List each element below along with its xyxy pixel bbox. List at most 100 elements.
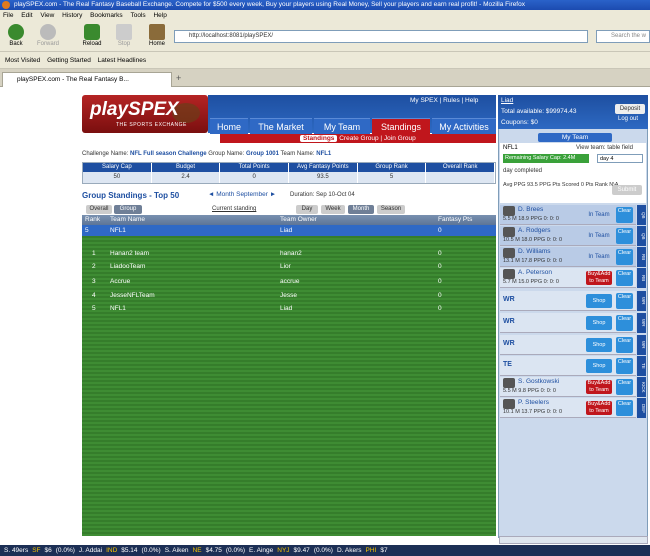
menu-view[interactable]: View	[40, 12, 54, 19]
cell-owner: Liad	[280, 227, 293, 234]
player-name[interactable]: A. Rodgers	[518, 227, 551, 234]
tab-market[interactable]: The Market	[250, 118, 312, 134]
clear-button[interactable]: Clear	[616, 379, 633, 395]
player-slot[interactable]: D. Brees 5.5 M 18.9 PPG 0: 0: 0 In Team Cle…	[500, 205, 636, 225]
table-row[interactable]: 2 LiadooTeam Lior 0	[82, 261, 496, 273]
player-slot[interactable]: TE Shop Clear	[500, 356, 636, 376]
view-team-links[interactable]: View team: table field	[576, 145, 633, 151]
cell-pts: 0	[438, 278, 442, 285]
tab-standings[interactable]: Standings	[372, 118, 430, 134]
menu-edit[interactable]: Edit	[21, 12, 32, 19]
horizontal-scrollbar[interactable]	[499, 536, 648, 544]
table-row[interactable]: 4 JesseNFLTeam Jesse 0	[82, 290, 496, 302]
player-slot[interactable]: S. Gostkowski 5.5 M 9.8 PPG 0: 0: 0 Buy&Ad…	[500, 377, 636, 397]
player-name[interactable]: D. Brees	[518, 206, 543, 213]
menu-help[interactable]: Help	[153, 12, 166, 19]
clear-button[interactable]: Clear	[616, 249, 633, 265]
cell-rank: 4	[92, 292, 96, 299]
menu-file[interactable]: File	[3, 12, 13, 19]
tab-overall[interactable]: Overall	[86, 205, 112, 214]
tab-season[interactable]: Season	[377, 205, 405, 214]
shop-button[interactable]: Shop	[586, 338, 612, 352]
menu-history[interactable]: History	[62, 12, 82, 19]
day-select[interactable]: day 4	[597, 154, 643, 163]
tab-week[interactable]: Week	[321, 205, 345, 214]
ticker-name[interactable]: J. Addai	[79, 547, 102, 554]
ticker-name[interactable]: E. Ainge	[249, 547, 273, 554]
player-slot[interactable]: A. Peterson 5.7 M 15.0 PPG 0: 0: 0 Buy&Add…	[500, 268, 636, 288]
window-title-bar: playSPEX.com - The Real Fantasy Baseball…	[0, 0, 650, 10]
submit-button[interactable]: Submit	[612, 185, 642, 195]
tab-home[interactable]: Home	[210, 118, 248, 134]
menu-tools[interactable]: Tools	[130, 12, 145, 19]
url-bar[interactable]: http://localhost:8081/playSPEX/	[174, 30, 588, 43]
my-team-header: My Team	[538, 133, 612, 142]
clear-button[interactable]: Clear	[616, 228, 633, 244]
deposit-button[interactable]: Deposit	[615, 104, 645, 114]
subnav-standings[interactable]: Standings	[300, 135, 338, 142]
tab-month[interactable]: Month	[348, 205, 374, 214]
player-slot[interactable]: WR Shop Clear	[500, 335, 636, 355]
player-avatar	[503, 269, 515, 279]
menu-bookmarks[interactable]: Bookmarks	[90, 12, 123, 19]
bookmark-most-visited[interactable]: Most Visited	[5, 57, 40, 64]
player-slot[interactable]: P. Steelers 10.1 M 13.7 PPG 0: 0: 0 Buy&Ad…	[500, 398, 636, 418]
team-label: Team Name:	[280, 151, 315, 157]
ticker-name[interactable]: D. Akers	[337, 547, 362, 554]
shop-button[interactable]: Shop	[586, 294, 612, 308]
buy-add-button[interactable]: Buy&Add to Team	[586, 271, 612, 285]
tab-my-team[interactable]: My Team	[314, 118, 370, 134]
shop-button[interactable]: Shop	[586, 359, 612, 373]
clear-button[interactable]: Clear	[616, 337, 633, 353]
player-name[interactable]: A. Peterson	[518, 269, 552, 276]
clear-button[interactable]: Clear	[616, 207, 633, 223]
ticker-name[interactable]: S. 49ers	[4, 547, 28, 554]
table-row[interactable]: 1 Hanan2 team hanan2 0	[82, 248, 496, 260]
player-stats: 10.1 M 13.7 PPG 0: 0: 0	[503, 409, 563, 415]
forward-button[interactable]: Forward	[34, 24, 62, 47]
browser-tab[interactable]: playSPEX.com - The Real Fantasy B...	[2, 72, 172, 87]
player-slot[interactable]: WR Shop Clear	[500, 313, 636, 333]
clear-button[interactable]: Clear	[616, 358, 633, 374]
col-rank: Rank	[85, 216, 101, 223]
month-selector[interactable]: ◄ Month September ►	[208, 191, 276, 198]
current-standing-link[interactable]: Current standing	[212, 206, 256, 212]
player-slot[interactable]: WR Shop Clear	[500, 291, 636, 311]
table-row[interactable]: 3 Accrue accrue 0	[82, 276, 496, 288]
buy-add-button[interactable]: Buy&Add to Team	[586, 401, 612, 415]
clear-button[interactable]: Clear	[616, 270, 633, 286]
logout-link[interactable]: Log out	[618, 116, 638, 122]
player-slot[interactable]: D. Williams 13.1 M 17.8 PPG 0: 0: 0 In Tea…	[500, 247, 636, 267]
shop-button[interactable]: Shop	[586, 316, 612, 330]
subnav-group-links[interactable]: Create Group | Join Group	[339, 135, 415, 142]
group-label: Group Name:	[208, 151, 245, 157]
new-tab-icon[interactable]: +	[176, 73, 181, 83]
table-row[interactable]: 5 NFL1 Liad 0	[82, 303, 496, 315]
clear-button[interactable]: Clear	[616, 400, 633, 416]
player-name[interactable]: P. Steelers	[518, 399, 549, 406]
bookmark-latest-headlines[interactable]: Latest Headlines	[98, 57, 146, 64]
col-fantasy-pts: Fantasy Pts	[438, 216, 473, 223]
challenge-name: NFL Full season Challenge	[130, 151, 207, 157]
in-team-label: In Team	[588, 212, 610, 218]
site-logo[interactable]: playSPEX THE SPORTS EXCHANGE	[82, 95, 208, 133]
search-box[interactable]: Search the w	[596, 30, 650, 43]
player-slot[interactable]: A. Rodgers 10.5 M 18.0 PPG 0: 0: 0 In Team…	[500, 226, 636, 246]
my-team-row[interactable]: 5 NFL1 Liad 0	[82, 225, 496, 236]
player-name[interactable]: S. Gostkowski	[518, 378, 559, 385]
buy-add-button[interactable]: Buy&Add to Team	[586, 380, 612, 394]
reload-button[interactable]: Reload	[78, 24, 106, 47]
home-button[interactable]: Home	[143, 24, 171, 47]
stop-button[interactable]: Stop	[110, 24, 138, 47]
tab-my-activities[interactable]: My Activities	[432, 118, 496, 134]
tab-group[interactable]: Group	[114, 205, 142, 214]
user-link[interactable]: Liad	[501, 97, 513, 104]
clear-button[interactable]: Clear	[616, 315, 633, 331]
ticker-name[interactable]: S. Aiken	[165, 547, 189, 554]
back-button[interactable]: Back	[2, 24, 30, 47]
tab-day[interactable]: Day	[296, 205, 318, 214]
player-name[interactable]: D. Williams	[518, 248, 551, 255]
clear-button[interactable]: Clear	[616, 293, 633, 309]
bookmark-getting-started[interactable]: Getting Started	[47, 57, 91, 64]
top-links[interactable]: My SPEX | Rules | Help	[410, 97, 478, 104]
